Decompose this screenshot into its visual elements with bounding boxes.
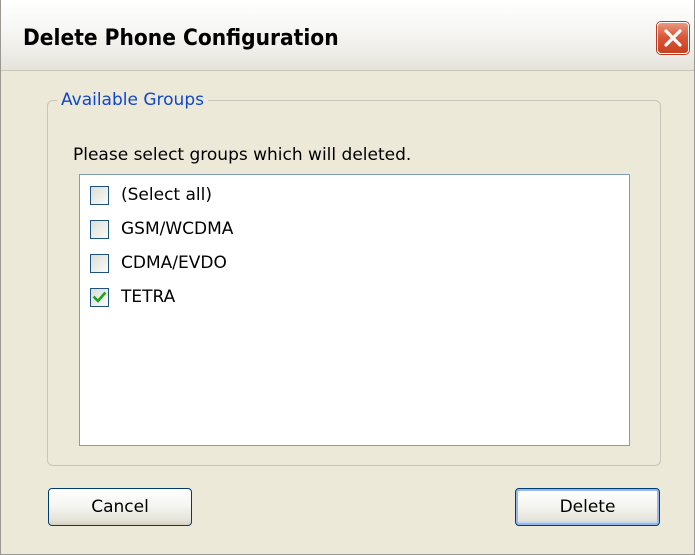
list-item-label: GSM/WCDMA (121, 219, 234, 239)
select-groups-prompt: Please select groups which will deleted. (73, 145, 412, 165)
cancel-button[interactable]: Cancel (48, 488, 192, 526)
list-item-tetra[interactable]: TETRA (90, 284, 175, 310)
list-item-gsm-wcdma[interactable]: GSM/WCDMA (90, 216, 233, 242)
select-all-checkbox[interactable] (90, 185, 109, 205)
list-item-label: TETRA (121, 287, 176, 307)
groups-checklist[interactable]: (Select all) GSM/WCDMA CDMA/EVDO TETRA (79, 174, 630, 446)
list-item-select-all[interactable]: (Select all) (90, 182, 212, 208)
close-button[interactable] (657, 22, 689, 54)
cdma-evdo-checkbox[interactable] (90, 253, 109, 273)
gsm-wcdma-checkbox[interactable] (90, 219, 109, 239)
delete-button[interactable]: Delete (515, 488, 660, 526)
checkmark-icon (92, 291, 107, 303)
delete-phone-configuration-dialog: Delete Phone Configuration Available Gro… (0, 0, 695, 555)
tetra-checkbox[interactable] (90, 287, 109, 307)
title-bar[interactable]: Delete Phone Configuration (1, 0, 694, 71)
dialog-title: Delete Phone Configuration (23, 26, 339, 51)
list-item-cdma-evdo[interactable]: CDMA/EVDO (90, 250, 227, 276)
close-icon (664, 29, 682, 47)
list-item-label: CDMA/EVDO (121, 253, 227, 273)
list-item-label: (Select all) (121, 185, 212, 205)
groupbox-legend: Available Groups (57, 90, 208, 110)
